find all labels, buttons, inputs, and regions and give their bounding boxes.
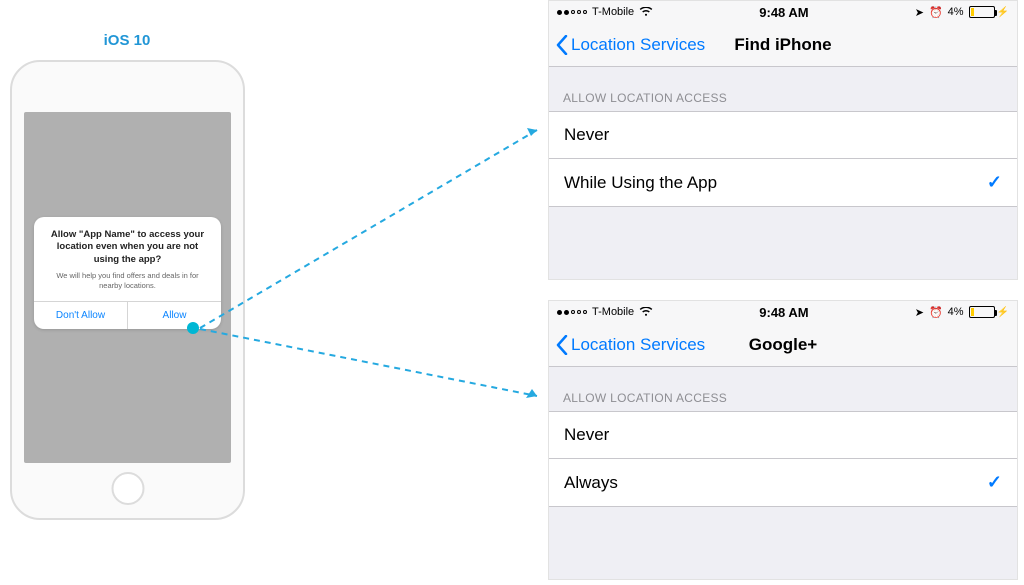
checkmark-icon: ✓ (987, 172, 1002, 193)
battery-pct: 4% (948, 6, 964, 18)
carrier-label: T-Mobile (592, 306, 634, 318)
back-label: Location Services (571, 35, 705, 55)
clock: 9:48 AM (759, 305, 808, 320)
battery-icon: ⚡ (969, 306, 1009, 318)
alarm-icon: ⏰ (929, 6, 943, 19)
chevron-left-icon (555, 35, 569, 55)
back-label: Location Services (571, 335, 705, 355)
arrow-to-top-screen (197, 120, 547, 335)
dont-allow-button[interactable]: Don't Allow (34, 302, 127, 329)
option-label: Always (564, 473, 618, 493)
signal-icon (557, 310, 587, 315)
nav-title: Find iPhone (734, 35, 831, 55)
wifi-icon (639, 7, 653, 17)
carrier-label: T-Mobile (592, 6, 634, 18)
section-header: ALLOW LOCATION ACCESS (549, 67, 1017, 111)
pointer-dot (187, 322, 199, 334)
allow-button[interactable]: Allow (127, 302, 221, 329)
nav-bar: Location Services Google+ (549, 323, 1017, 367)
option-label: Never (564, 425, 609, 445)
settings-screen-googleplus: T-Mobile 9:48 AM ➤ ⏰ 4% ⚡ Location Servi… (548, 300, 1018, 580)
settings-screen-find-iphone: T-Mobile 9:48 AM ➤ ⏰ 4% ⚡ Location Servi… (548, 0, 1018, 280)
dialog-subtitle: We will help you find offers and deals i… (44, 271, 211, 291)
section-header: ALLOW LOCATION ACCESS (549, 367, 1017, 411)
phone-screen: Allow "App Name" to access your location… (24, 112, 231, 463)
clock: 9:48 AM (759, 5, 808, 20)
wifi-icon (639, 307, 653, 317)
nav-bar: Location Services Find iPhone (549, 23, 1017, 67)
status-bar: T-Mobile 9:48 AM ➤ ⏰ 4% ⚡ (549, 1, 1017, 23)
back-button[interactable]: Location Services (555, 335, 705, 355)
alarm-icon: ⏰ (929, 306, 943, 319)
ios-version-label: iOS 10 (92, 32, 162, 49)
checkmark-icon: ✓ (987, 472, 1002, 493)
option-always[interactable]: Always ✓ (549, 458, 1017, 507)
arrow-to-bottom-screen (197, 326, 547, 406)
status-bar: T-Mobile 9:48 AM ➤ ⏰ 4% ⚡ (549, 301, 1017, 323)
signal-icon (557, 10, 587, 15)
permission-dialog: Allow "App Name" to access your location… (34, 217, 221, 329)
option-label: Never (564, 125, 609, 145)
location-arrow-icon: ➤ (915, 306, 924, 319)
location-arrow-icon: ➤ (915, 6, 924, 19)
option-label: While Using the App (564, 173, 717, 193)
phone-mockup: Allow "App Name" to access your location… (10, 60, 245, 520)
battery-pct: 4% (948, 306, 964, 318)
option-while-using[interactable]: While Using the App ✓ (549, 158, 1017, 207)
option-never[interactable]: Never (549, 111, 1017, 158)
battery-icon: ⚡ (969, 6, 1009, 18)
option-never[interactable]: Never (549, 411, 1017, 458)
dialog-title: Allow "App Name" to access your location… (44, 229, 211, 266)
home-button[interactable] (111, 472, 144, 505)
nav-title: Google+ (749, 335, 817, 355)
chevron-left-icon (555, 335, 569, 355)
back-button[interactable]: Location Services (555, 35, 705, 55)
